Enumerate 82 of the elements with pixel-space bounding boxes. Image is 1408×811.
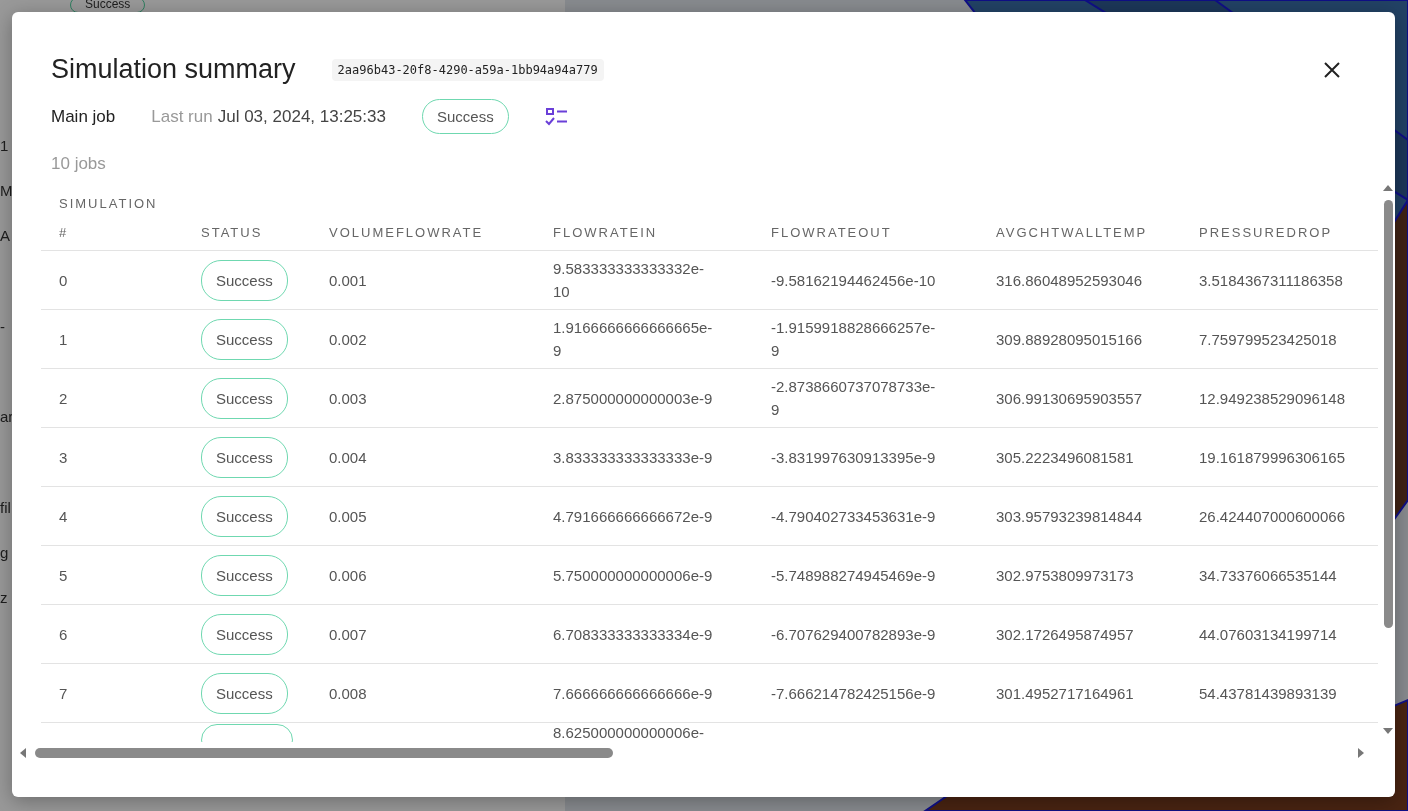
table-cell: 3.5184367311186358 [1199, 271, 1343, 289]
column-header: FLOWRATEOUT [771, 225, 893, 240]
column-header: STATUS [201, 225, 264, 240]
table-cell: 26.424407000600066 [1199, 507, 1345, 525]
table-cell: -2.8738660737078733e-9 [771, 378, 936, 418]
last-run-date: Jul 03, 2024, 13:25:33 [217, 106, 386, 127]
status-badge: Success [201, 554, 288, 596]
table-cell: 301.4952717164961 [996, 684, 1134, 702]
sidebar-text: M [0, 182, 13, 200]
column-header: PRESSUREDROP [1199, 225, 1334, 240]
table-cell: -9.58162194462456e-10 [771, 271, 936, 289]
table-cell: 1 [59, 330, 68, 348]
table-cell: 8.625000000000006e- [553, 724, 704, 741]
table-cell: 303.95793239814844 [996, 507, 1142, 525]
column-header: VOLUMEFLOWRATE [329, 225, 485, 240]
table-cell: -4.790402733453631e-9 [771, 507, 936, 525]
scrollbar-thumb[interactable] [35, 748, 613, 758]
table-cell: 2.875000000000003e-9 [553, 389, 713, 407]
table-cell: 6.708333333333334e-9 [553, 625, 713, 643]
table-cell: 5 [59, 566, 68, 584]
table-cell: 34.73376066535144 [1199, 566, 1337, 584]
table-cell: 316.86048952593046 [996, 271, 1142, 289]
job-label: Main job [51, 106, 116, 127]
table-cell: -6.707629400782893e-9 [771, 625, 936, 643]
table-cell: 4 [59, 507, 68, 525]
table-cell: 309.88928095015166 [996, 330, 1142, 348]
column-header: AVGCHTWALLTEMP [996, 225, 1149, 240]
table-cell: 0.004 [329, 448, 367, 466]
table-cell: 7.759799523425018 [1199, 330, 1337, 348]
table-cell: 54.43781439893139 [1199, 684, 1337, 702]
table-cell: 0.007 [329, 625, 367, 643]
table-cell: -5.748988274945469e-9 [771, 566, 936, 584]
table-cell: -3.831997630913395e-9 [771, 448, 936, 466]
table-cell: 306.99130695903557 [996, 389, 1142, 407]
dialog-title: Simulation summary [51, 54, 296, 85]
sidebar-text: fil [0, 498, 11, 516]
table-cell: 19.161879996306165 [1199, 448, 1345, 466]
table-cell: 5.750000000000006e-9 [553, 566, 713, 584]
table-cell: -7.666214782425156e-9 [771, 684, 936, 702]
status-badge: Success [201, 495, 288, 537]
status-badge: Success [201, 377, 288, 419]
table-cell: 0.008 [329, 684, 367, 702]
table-cell: 0.001 [329, 271, 367, 289]
column-header: # [59, 225, 70, 240]
table-cell: 2 [59, 389, 68, 407]
status-badge: Success [201, 436, 288, 478]
sidebar-text: 1 [0, 137, 9, 154]
table-cell: 0.002 [329, 330, 367, 348]
id-chip: 2aa96b43-20f8-4290-a59a-1bb94a94a779 [331, 58, 604, 81]
checklist-icon[interactable] [544, 106, 569, 127]
table-cell: 12.949238529096148 [1199, 389, 1345, 407]
table-cell: 302.1726495874957 [996, 625, 1134, 643]
table-cell: 7.666666666666666e-9 [553, 684, 713, 702]
table-cell: 0 [59, 271, 68, 289]
status-badge: Success [201, 318, 288, 360]
table-cell: 4.791666666666672e-9 [553, 507, 713, 525]
table-cell: 7 [59, 684, 68, 702]
table-cell: 305.2223496081581 [996, 448, 1134, 466]
status-badge: Success [201, 259, 288, 301]
sidebar-text: ar [0, 408, 14, 426]
table-cell: 3.833333333333333e-9 [553, 448, 713, 466]
sidebar-text: - [0, 317, 5, 335]
sidebar-text: g [0, 543, 9, 561]
column-header: FLOWRATEIN [553, 225, 659, 240]
table-cell: 302.9753809973173 [996, 566, 1134, 584]
sidebar-text: A [0, 227, 10, 245]
table-cell: 0.005 [329, 507, 367, 525]
status-badge: Success [201, 613, 288, 655]
table-cell: 0.006 [329, 566, 367, 584]
job-count: 10 jobs [50, 154, 107, 174]
table-cell: 3 [59, 448, 68, 466]
table-cell: 9.583333333333332e-10 [553, 260, 704, 300]
status-badge: Success [201, 672, 288, 714]
column-header: SIMULATION [59, 196, 159, 211]
sidebar-text: z [0, 589, 8, 606]
table-cell: 6 [59, 625, 68, 643]
last-run-label: Last run [151, 106, 213, 127]
table-cell: 44.07603134199714 [1199, 625, 1337, 643]
scrollbar-thumb[interactable] [1383, 200, 1393, 628]
table-cell: 1.9166666666666665e-9 [553, 319, 713, 359]
table-cell: -1.9159918828666257e-9 [771, 319, 936, 359]
table-cell: 0.003 [329, 389, 367, 407]
